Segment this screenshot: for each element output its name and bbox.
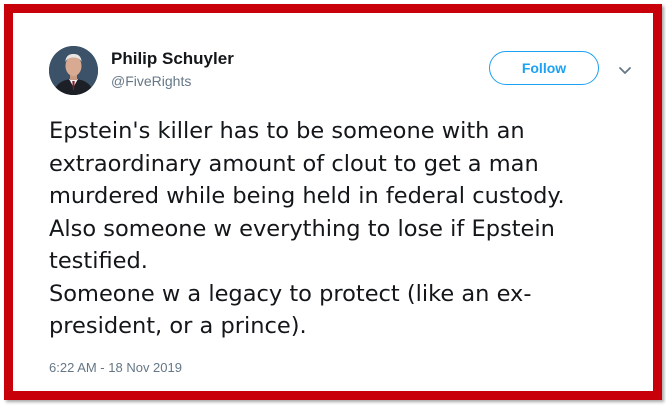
red-frame: Philip Schuyler @FiveRights Follow Epste… <box>4 4 662 400</box>
tweet-line: Also someone w everything to lose if Eps… <box>49 215 555 242</box>
author-display-name[interactable]: Philip Schuyler <box>111 49 234 69</box>
tweet-line: Someone w a legacy to protect (like an e… <box>49 280 532 307</box>
avatar-image <box>49 46 98 95</box>
follow-button[interactable]: Follow <box>489 51 599 85</box>
tweet-timestamp[interactable]: 6:22 AM - 18 Nov 2019 <box>49 360 182 375</box>
tweet-text: Epstein's killer has to be someone with … <box>49 115 619 343</box>
tweet-card: Philip Schuyler @FiveRights Follow Epste… <box>13 13 653 391</box>
tweet-line: extraordinary amount of clout to get a m… <box>49 150 539 177</box>
tweet-line: testified. <box>49 248 148 274</box>
author-handle[interactable]: @FiveRights <box>111 73 191 89</box>
tweet-line: president, or a prince). <box>49 313 307 339</box>
tweet-line: murdered while being held in federal cus… <box>49 183 565 209</box>
chevron-down-icon[interactable] <box>618 63 632 74</box>
tweet-line: Epstein's killer has to be someone with … <box>49 118 525 144</box>
avatar[interactable] <box>49 46 98 95</box>
